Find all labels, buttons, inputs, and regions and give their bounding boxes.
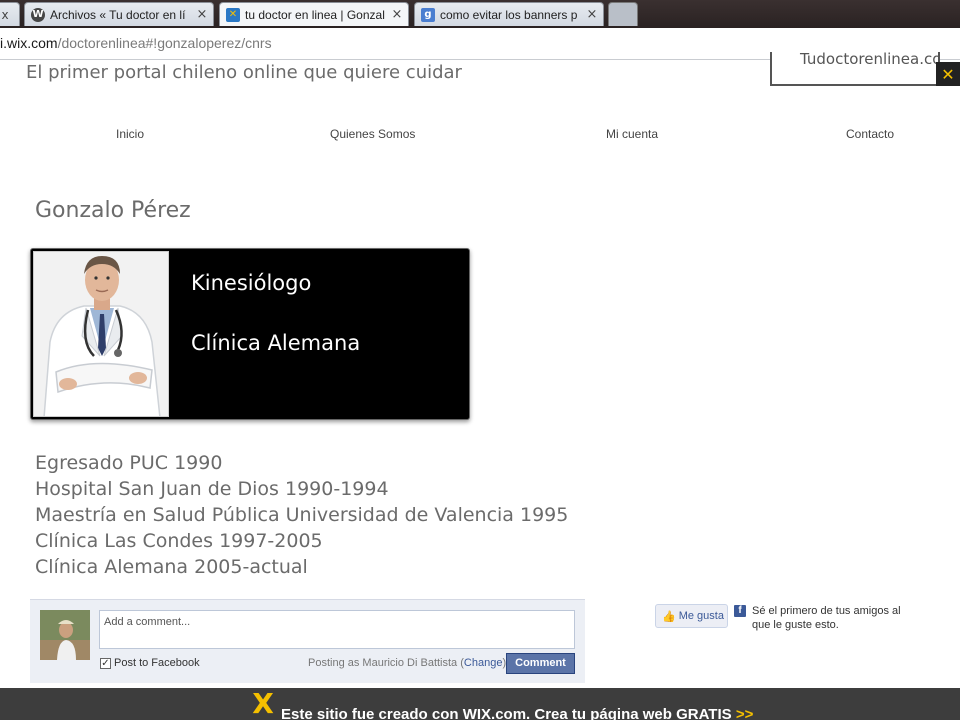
user-avatar-image <box>40 610 90 660</box>
url-path: /doctorenlinea#!gonzaloperez/cnrs <box>57 35 272 51</box>
google-icon: g <box>421 7 435 22</box>
post-to-facebook-checkbox[interactable]: ✓ <box>100 658 111 669</box>
posting-as-text: Posting as Mauricio Di Battista (Change) <box>308 657 507 669</box>
page-title: Gonzalo Pérez <box>35 198 191 223</box>
wix-icon: ✕ <box>226 7 240 22</box>
bio-line: Egresado PUC 1990 <box>35 452 223 474</box>
tab-close-icon[interactable]: × <box>389 7 405 22</box>
tab-title: Archivos « Tu doctor en lí <box>50 7 186 22</box>
url-text[interactable]: i.wix.com/doctorenlinea#!gonzaloperez/cn… <box>0 35 272 51</box>
browser-tab-strip: x W Archivos « Tu doctor en lí × ✕ tu do… <box>0 0 960 28</box>
nav-item-contacto[interactable]: Contacto <box>846 127 894 141</box>
tab-title: tu doctor en linea | Gonzal <box>245 7 385 22</box>
profile-card: Kinesiólogo Clínica Alemana <box>30 248 470 420</box>
wordpress-icon: W <box>31 7 45 22</box>
wix-banner-text[interactable]: Este sitio fue creado con WIX.com. Crea … <box>281 706 753 720</box>
post-to-facebook-label: Post to Facebook <box>114 657 200 669</box>
tab-tu-doctor[interactable]: ✕ tu doctor en linea | Gonzal × <box>219 2 409 26</box>
comment-button[interactable]: Comment <box>506 653 575 674</box>
facebook-comments: Add a comment... ✓ Post to Facebook Post… <box>30 599 585 683</box>
profile-specialty: Kinesiólogo <box>191 271 312 295</box>
nav-item-mi-cuenta[interactable]: Mi cuenta <box>606 127 658 141</box>
comment-input[interactable]: Add a comment... <box>99 610 575 649</box>
bio-line: Hospital San Juan de Dios 1990-1994 <box>35 478 389 500</box>
new-tab-button[interactable] <box>608 2 638 26</box>
bio-line: Clínica Alemana 2005-actual <box>35 556 308 578</box>
url-host: i.wix.com <box>0 35 58 51</box>
tab-close-icon[interactable]: x <box>0 8 13 22</box>
bio-line: Maestría en Salud Pública Universidad de… <box>35 504 569 526</box>
tab-archivos[interactable]: W Archivos « Tu doctor en lí × <box>24 2 214 26</box>
doctor-photo <box>33 251 169 417</box>
site-logo[interactable]: Tudoctorenlinea.com <box>770 52 940 86</box>
tab-partial[interactable]: x <box>0 2 20 26</box>
doctor-illustration <box>34 252 168 416</box>
nav-item-quienes-somos[interactable]: Quienes Somos <box>330 127 415 141</box>
tab-title: como evitar los banners p <box>440 7 578 22</box>
change-link[interactable]: Change <box>464 657 503 669</box>
like-button-label: Me gusta <box>678 610 724 622</box>
profile-bio: Egresado PUC 1990 Hospital San Juan de D… <box>35 450 568 580</box>
avatar <box>40 610 90 660</box>
like-social-text: Sé el primero de tus amigos al que le gu… <box>752 605 901 631</box>
tab-close-icon[interactable]: × <box>194 7 210 22</box>
thumbs-up-icon: 👍 <box>662 609 676 623</box>
tab-google[interactable]: g como evitar los banners p × <box>414 2 604 26</box>
wix-banner-message: Este sitio fue creado con WIX.com. Crea … <box>281 706 732 720</box>
site-logo-text: Tudoctorenlinea.com <box>800 52 938 68</box>
wix-logo-icon: X <box>252 687 274 720</box>
wix-footer-banner[interactable]: X Este sitio fue creado con WIX.com. Cre… <box>0 688 960 720</box>
bio-line: Clínica Las Condes 1997-2005 <box>35 530 323 552</box>
tab-close-icon[interactable]: × <box>584 7 600 22</box>
site-tagline: El primer portal chileno online que quie… <box>26 62 462 83</box>
like-button[interactable]: 👍 Me gusta <box>655 604 728 628</box>
posting-as-name: Posting as Mauricio Di Battista <box>308 657 458 669</box>
wix-close-icon[interactable]: ✕ <box>936 62 960 86</box>
wix-banner-arrows: >> <box>735 706 754 720</box>
nav-item-inicio[interactable]: Inicio <box>116 127 144 141</box>
profile-clinic: Clínica Alemana <box>191 331 361 355</box>
facebook-icon: f <box>734 605 746 617</box>
